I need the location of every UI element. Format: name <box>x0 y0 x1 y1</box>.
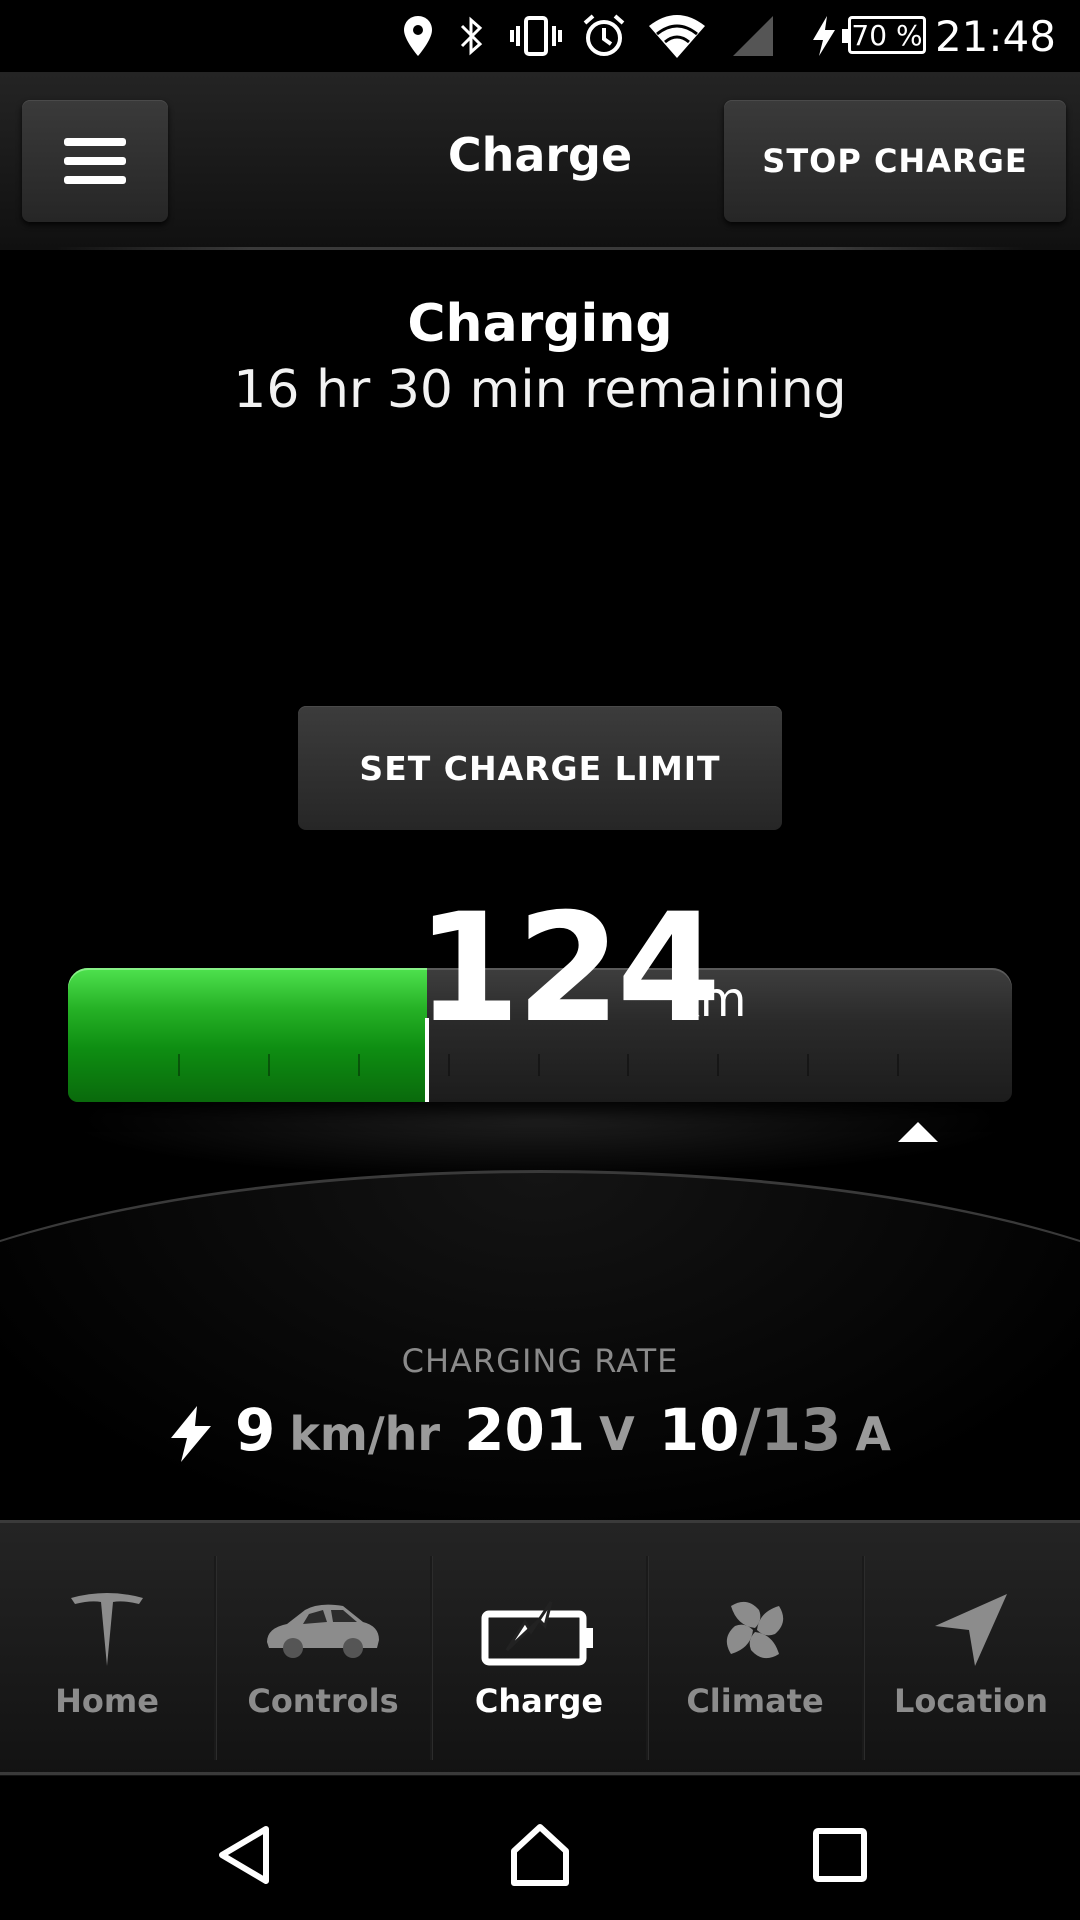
location-icon <box>400 10 436 62</box>
home-icon <box>511 1824 569 1886</box>
battery-tick <box>897 1054 899 1076</box>
battery-tick <box>717 1054 719 1076</box>
bluetooth-icon <box>454 10 490 62</box>
battery-icon: 70 % <box>842 16 926 54</box>
clock: 21:48 <box>934 11 1056 61</box>
current-value: 10 <box>658 1396 740 1464</box>
charging-status: Charging <box>407 294 673 354</box>
home-button[interactable] <box>500 1820 580 1890</box>
battery-fill <box>68 968 427 1102</box>
hamburger-menu-icon <box>64 138 126 184</box>
tab-climate[interactable]: Climate <box>648 1560 862 1760</box>
alarm-icon <box>580 10 628 62</box>
vibrate-icon <box>508 10 564 62</box>
cell-signal-icon <box>728 10 778 62</box>
back-triangle-icon <box>219 1826 269 1884</box>
charge-speed-unit: km/hr <box>289 1407 441 1461</box>
bolt-icon <box>165 1404 217 1468</box>
stop-charge-button[interactable]: STOP CHARGE <box>724 100 1066 222</box>
battery-tick <box>538 1054 540 1076</box>
tab-location[interactable]: Location <box>864 1560 1078 1760</box>
charging-rate-label: CHARGING RATE <box>401 1342 679 1380</box>
voltage-value: 201 <box>464 1396 586 1464</box>
current-unit: A <box>855 1407 892 1461</box>
menu-button[interactable] <box>22 100 168 222</box>
time-remaining: 16 hr 30 min remaining <box>233 360 847 420</box>
header-divider <box>56 247 1024 250</box>
set-charge-limit-button[interactable]: SET CHARGE LIMIT <box>298 706 782 830</box>
range-unit: km <box>672 972 747 1028</box>
wifi-icon <box>646 10 708 62</box>
tab-label: Charge <box>474 1682 604 1720</box>
tab-bar-border <box>0 1772 1080 1775</box>
battery-tick <box>178 1054 180 1076</box>
tesla-logo-icon <box>47 1588 167 1672</box>
recents-square-icon <box>813 1828 867 1882</box>
tab-controls[interactable]: Controls <box>216 1560 430 1760</box>
battery-tick <box>627 1054 629 1076</box>
charging-bolt-icon <box>810 10 838 62</box>
tab-home[interactable]: Home <box>0 1560 214 1760</box>
current-max: /13 <box>739 1396 842 1464</box>
tab-label: Controls <box>247 1682 399 1720</box>
navigation-arrow-icon <box>911 1588 1031 1672</box>
car-icon <box>263 1588 383 1672</box>
charge-limit-marker[interactable] <box>898 1122 938 1142</box>
charge-speed: 9 <box>234 1396 276 1464</box>
app-screen: 70 % 21:48 Charge STOP CHARGE Charging 1… <box>0 0 1080 1920</box>
tab-charge[interactable]: Charge <box>432 1560 646 1760</box>
status-bar: 70 % 21:48 <box>0 0 1080 72</box>
fan-icon <box>695 1588 815 1672</box>
battery-tick <box>807 1054 809 1076</box>
page-title: Charge <box>447 128 633 182</box>
tab-label: Home <box>55 1682 159 1720</box>
battery-tick <box>448 1054 450 1076</box>
tab-label: Location <box>894 1682 1048 1720</box>
tab-label: Climate <box>686 1682 824 1720</box>
voltage-unit: V <box>599 1407 635 1461</box>
battery-tick <box>358 1054 360 1076</box>
back-button[interactable] <box>204 1820 284 1890</box>
recents-button[interactable] <box>800 1820 880 1890</box>
battery-tick <box>268 1054 270 1076</box>
charging-rate-row: 9 km/hr 201 V 10 /13 A <box>0 1396 1080 1476</box>
battery-charge-icon <box>479 1588 599 1672</box>
